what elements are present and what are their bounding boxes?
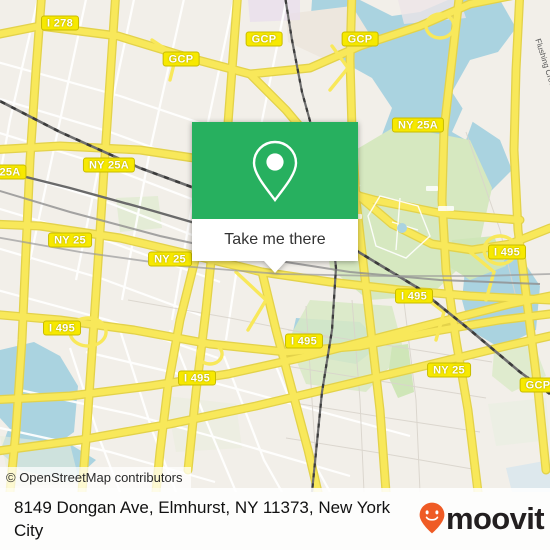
road-shield: I 495: [488, 244, 526, 260]
road-shield: GCP: [245, 31, 283, 47]
road-shield: NY 25A: [391, 117, 445, 133]
road-shield: GCP: [341, 31, 379, 47]
address-text: 8149 Dongan Ave, Elmhurst, NY 11373, New…: [14, 498, 391, 540]
osm-attribution[interactable]: © OpenStreetMap contributors: [0, 467, 191, 488]
road-shield: I 278: [41, 15, 79, 31]
road-shield: 25A: [0, 164, 27, 180]
destination-callout[interactable]: Take me there: [192, 122, 358, 273]
road-shield: NY 25: [427, 362, 471, 378]
moovit-logo[interactable]: moovit: [419, 500, 545, 536]
map-screenshot: I 278 GCP GCP GCP NY 25A 25A NY 25A NY 25 NY 25 I…: [0, 0, 550, 550]
footer-bar: 8149 Dongan Ave, Elmhurst, NY 11373, New…: [0, 488, 550, 550]
road-shield: I 495: [395, 288, 433, 304]
take-me-there-button[interactable]: Take me there: [192, 219, 358, 261]
callout-tail: [264, 261, 286, 273]
road-shield: I 495: [178, 370, 216, 386]
moovit-pin-icon: [419, 502, 445, 534]
road-shield: I 495: [43, 320, 81, 336]
road-shield: GCP: [162, 51, 200, 67]
map-pin-icon: [252, 140, 298, 202]
road-shield: NY 25: [48, 232, 92, 248]
road-shield: NY 25: [148, 251, 192, 267]
callout-icon-area: [192, 122, 358, 219]
road-shield: GCP: [519, 377, 550, 393]
moovit-wordmark: moovit: [445, 500, 545, 536]
road-shield: NY 25A: [82, 157, 136, 173]
road-shield: I 495: [285, 333, 323, 349]
